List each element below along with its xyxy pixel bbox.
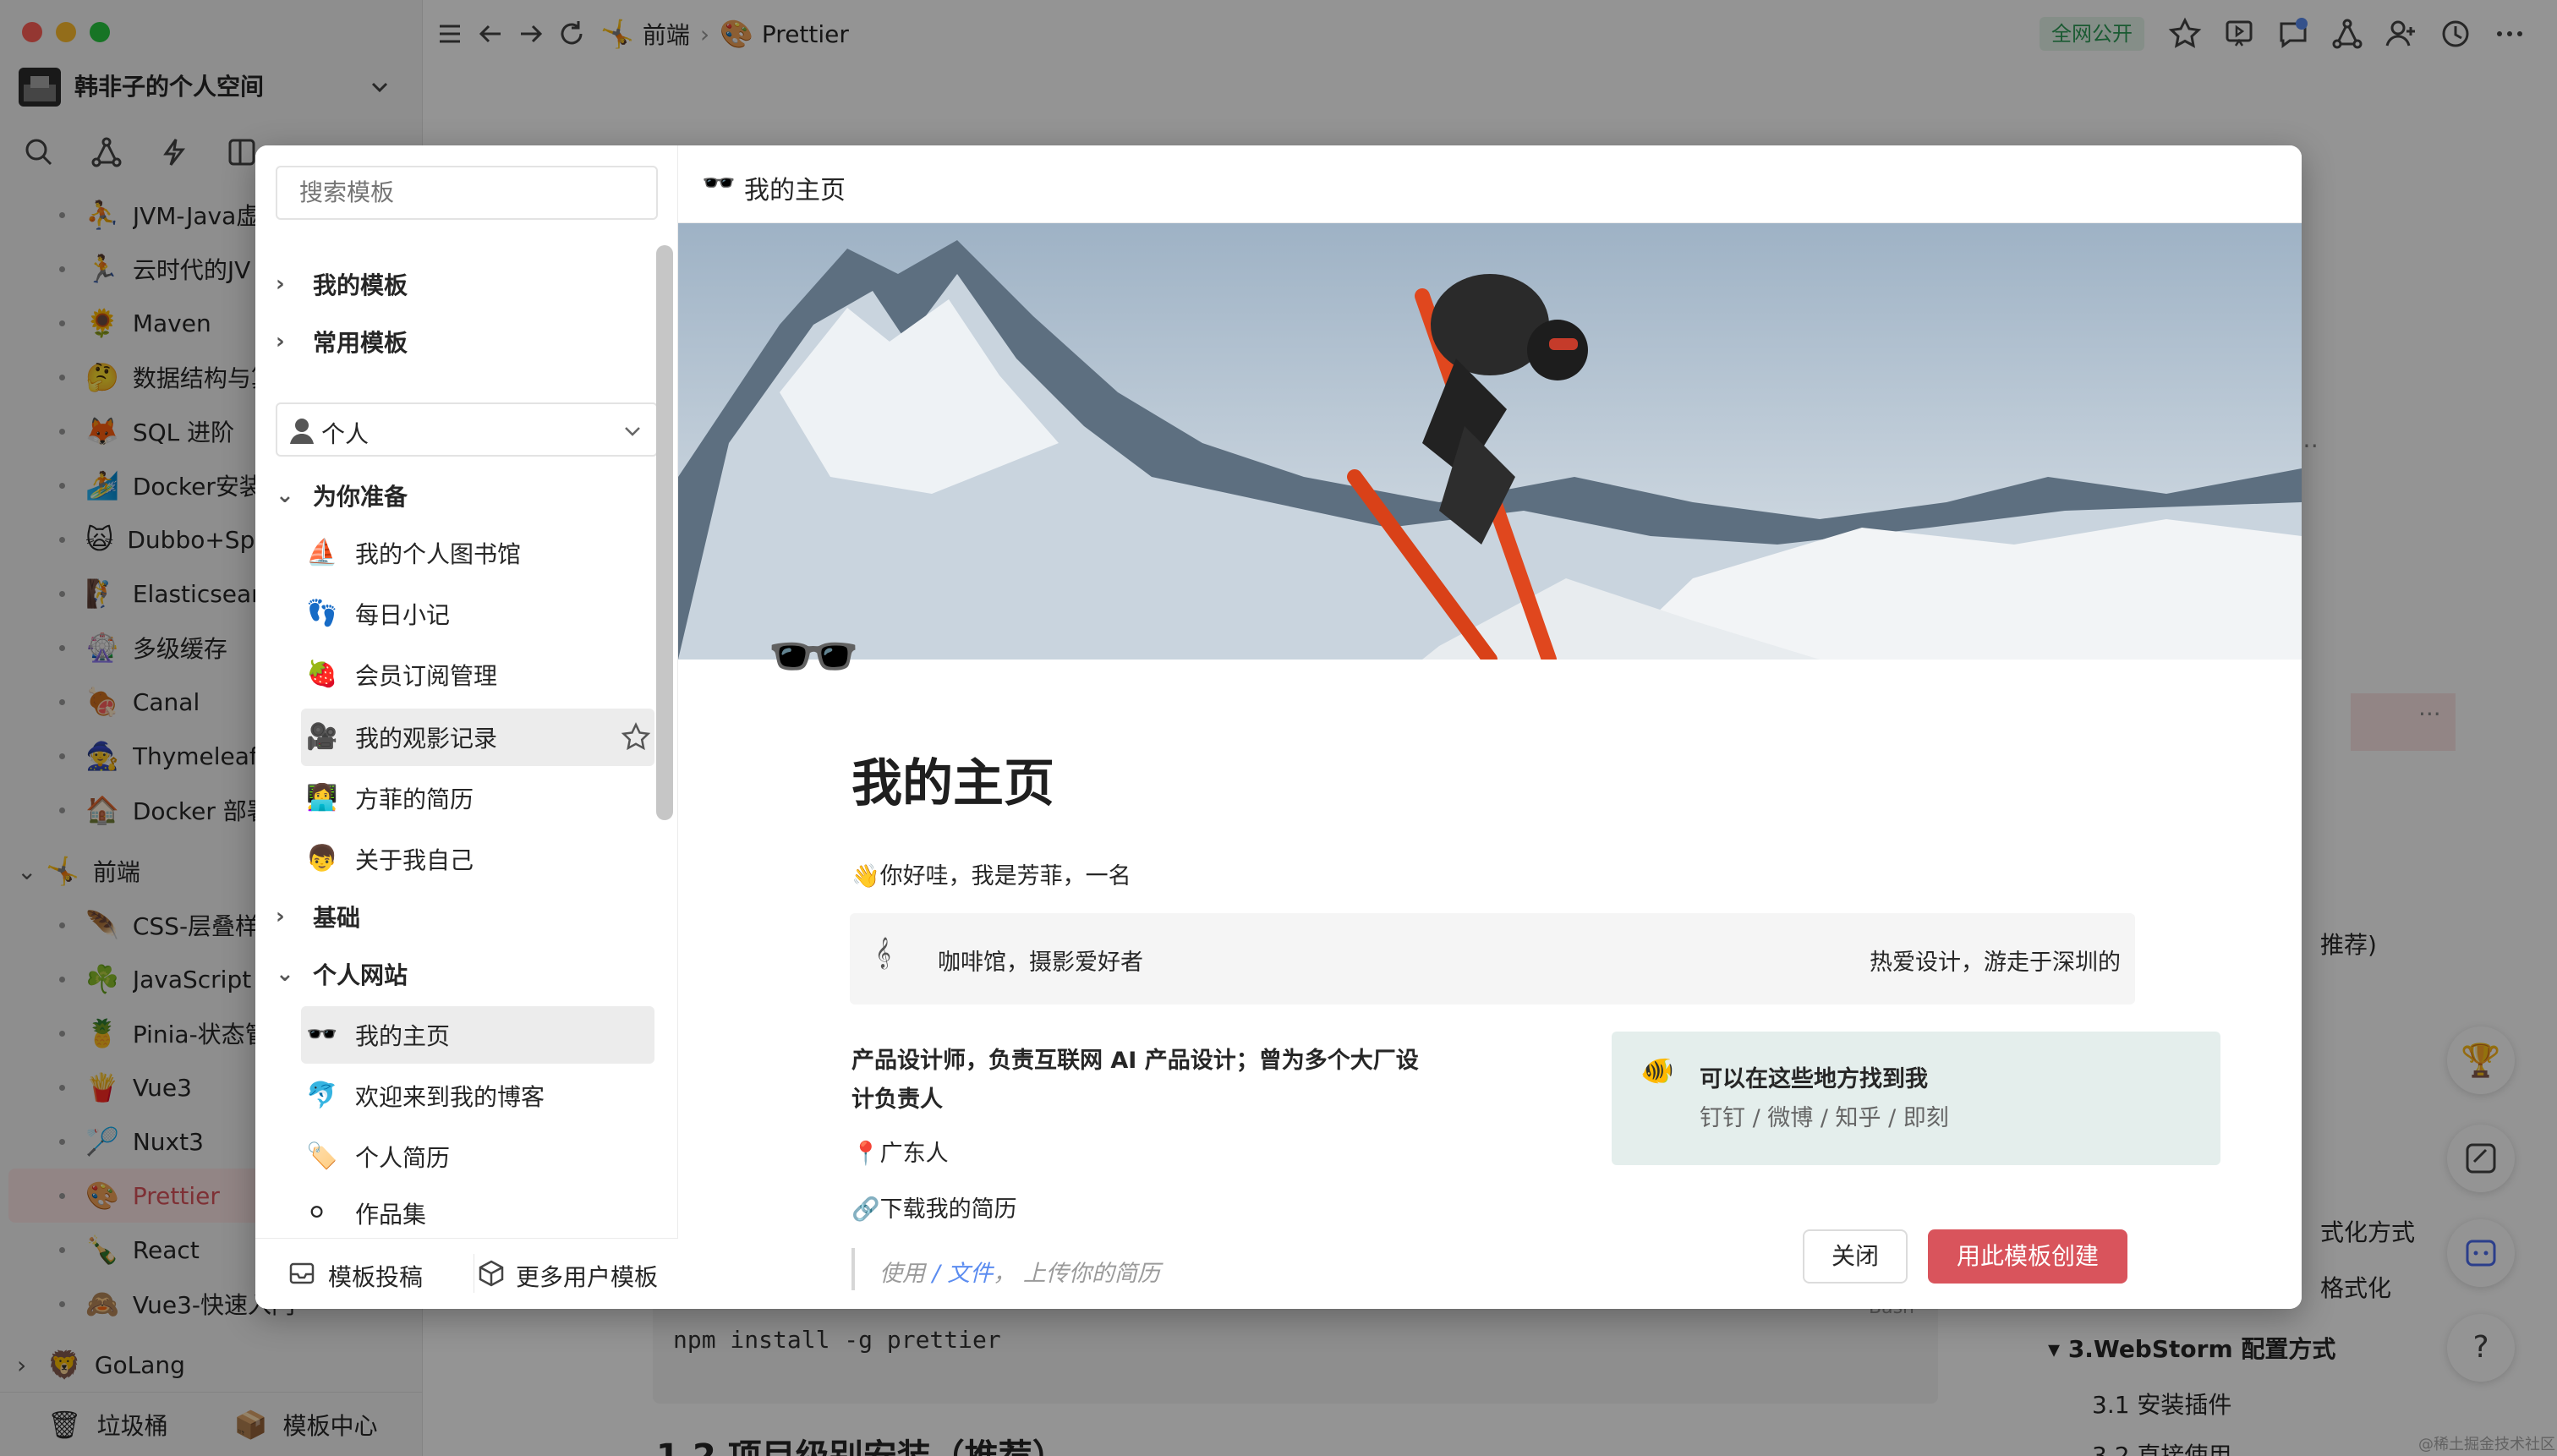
intro-text-line2: 计负责人 [851,1087,943,1113]
contact-callout: 🐠 可以在这些地方找到我 钉钉 / 微博 / 知乎 / 即刻 [1612,1032,2220,1165]
submit-template-link[interactable]: 模板投稿 [328,1259,423,1293]
chevron-right-icon: › [276,329,285,354]
chevron-down-icon [622,421,643,441]
section-basic[interactable]: › 基础 [264,888,654,945]
contact-links[interactable]: 钉钉 / 微博 / 知乎 / 即刻 [1700,1099,1949,1132]
marquee-text-left: 咖啡馆，摄影爱好者 [938,950,1143,976]
template-panel-footer: 模板投稿 更多用户模板 [255,1238,678,1309]
page-icon: 🕶️ [766,612,862,701]
marquee-callout: 𝄞 咖啡馆，摄影爱好者 热爱设计，游走于深圳的咖 [850,913,2135,1004]
person-icon [287,416,316,445]
scrollbar[interactable] [656,245,673,820]
section-prepared[interactable]: ⌄ 为你准备 [264,467,654,524]
template-list-panel: ›我的模板 ›常用模板 个人 ⌄为你准备 ⛵我的个人图书馆 👣每日小记 🍓会员订… [255,145,678,1309]
quote-text: 使用 / 文件， 上传你的简历 [879,1261,1160,1287]
template-item[interactable]: 🍓 会员订阅管理 [281,646,654,703]
template-modal: ›我的模板 ›常用模板 个人 ⌄为你准备 ⛵我的个人图书馆 👣每日小记 🍓会员订… [255,145,2302,1309]
chevron-down-icon: ⌄ [276,961,294,987]
template-item[interactable]: ⛵ 我的个人图书馆 [281,524,654,582]
group-my-templates[interactable]: › 我的模板 [264,255,654,313]
intro-text-line1: 产品设计师，负责互联网 AI 产品设计；曾为多个大厂设 [851,1048,1419,1074]
page-heading: 我的主页 [851,754,1054,813]
cover-image [678,223,2302,660]
create-from-template-button[interactable]: 用此模板创建 [1928,1229,2127,1284]
fish-icon: 🐠 [1640,1054,1674,1087]
chevron-down-icon: ⌄ [276,483,294,508]
section-personal-site[interactable]: ⌄ 个人网站 [264,945,654,1003]
template-item[interactable]: 🐬 欢迎来到我的博客 [281,1067,654,1125]
close-button[interactable]: 关闭 [1803,1229,1908,1284]
template-item[interactable]: 👣 每日小记 [281,585,654,643]
template-item[interactable]: ⚪ 作品集 [281,1189,654,1238]
preview-title: 我的主页 [744,176,846,205]
template-item-selected[interactable]: 🕶️ 我的主页 [301,1006,654,1064]
preview-header: 🕶️ 我的主页 [678,145,2302,223]
more-templates-link[interactable]: 更多用户模板 [516,1259,658,1293]
group-common-templates[interactable]: › 常用模板 [264,313,654,370]
download-resume-link[interactable]: 🔗下载我的简历 [851,1191,1017,1223]
contact-title: 可以在这些地方找到我 [1700,1066,1928,1092]
chevron-right-icon: › [276,904,285,929]
template-item[interactable]: 👦 关于我自己 [281,830,654,888]
submit-template-icon [287,1259,316,1288]
star-icon[interactable] [621,722,651,753]
scope-value: 个人 [321,420,370,448]
chevron-right-icon: › [276,271,285,297]
template-preview: 🕶️ 我的主页 🕶️ 我的主页 👋你好哇，我是芳菲，一名 𝄞 咖啡馆，摄影爱好者… [678,145,2302,1309]
preview-title-emoji: 🕶️ [702,167,736,199]
cube-icon [477,1259,506,1288]
greeting-text: 👋你好哇，我是芳菲，一名 [851,863,1131,889]
template-search-input[interactable] [276,166,658,220]
marquee-text-right: 热爱设计，游走于深圳的咖 [1870,950,2120,976]
scope-select[interactable]: 个人 [276,402,658,457]
quote-bar [851,1248,855,1290]
music-note-icon: 𝄞 [875,936,891,968]
template-item[interactable]: 🏷️ 个人简历 [281,1128,654,1185]
template-item[interactable]: 👩‍💻 方菲的简历 [281,769,654,827]
location-text: 📍广东人 [851,1141,949,1167]
template-item-hovered[interactable]: 🎥 我的观影记录 [301,709,654,766]
